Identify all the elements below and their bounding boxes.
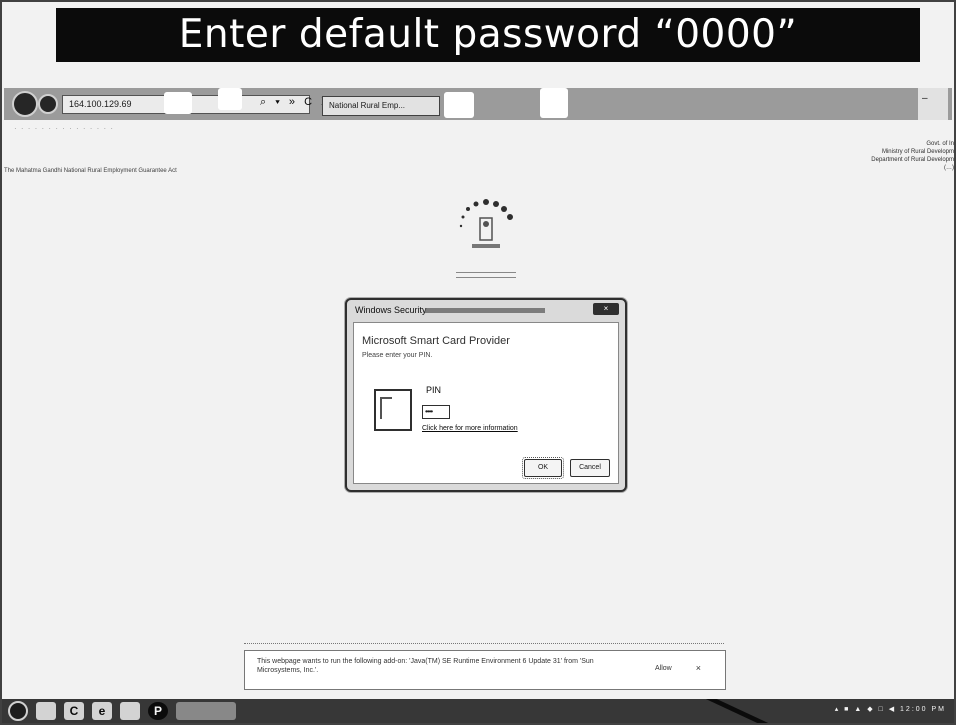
instruction-banner: Enter default password “0000” bbox=[56, 8, 920, 62]
pin-prompt: Please enter your PIN. bbox=[362, 352, 433, 359]
blur-artifact bbox=[444, 92, 474, 118]
taskbar-app-icon[interactable] bbox=[176, 702, 236, 720]
back-button[interactable] bbox=[12, 91, 38, 117]
browser-tab[interactable]: National Rural Emp... bbox=[322, 96, 440, 116]
notification-close-icon[interactable]: × bbox=[696, 663, 701, 673]
pin-label: PIN bbox=[426, 385, 442, 395]
ie-icon[interactable]: e bbox=[92, 702, 112, 720]
site-caption: The Mahatma Gandhi National Rural Employ… bbox=[4, 168, 177, 174]
address-bar-icons[interactable]: ⌕ ▾ » C X bbox=[260, 96, 331, 109]
government-header: Govt. of In Ministry of Rural Developm D… bbox=[871, 140, 954, 172]
smart-card-icon bbox=[374, 389, 412, 431]
minimize-icon[interactable]: – bbox=[918, 93, 928, 104]
favorites-bar: · · · · · · · · · · · · · · · bbox=[14, 124, 115, 133]
gov-line: Ministry of Rural Developm bbox=[881, 149, 954, 155]
blur-artifact bbox=[164, 92, 192, 114]
notification-divider bbox=[244, 643, 724, 647]
pin-input[interactable]: •••• bbox=[422, 405, 450, 419]
provider-heading: Microsoft Smart Card Provider bbox=[362, 335, 510, 347]
title-artifact bbox=[425, 308, 545, 313]
gov-line: Govt. of In bbox=[926, 141, 954, 147]
blur-artifact bbox=[540, 88, 568, 118]
forward-button[interactable] bbox=[38, 94, 58, 114]
dialog-close-button[interactable]: × bbox=[593, 303, 619, 315]
emblem-caption bbox=[456, 272, 516, 278]
windows-security-dialog: Windows Security × Microsoft Smart Card … bbox=[345, 298, 627, 492]
pdf-reader-icon[interactable]: P bbox=[148, 702, 168, 720]
dialog-body: Microsoft Smart Card Provider Please ent… bbox=[353, 322, 619, 484]
chrome-icon[interactable]: C bbox=[64, 702, 84, 720]
browser-toolbar: 164.100.129.69 ⌕ ▾ » C X National Rural … bbox=[4, 88, 952, 120]
addon-notification-bar: This webpage wants to run the following … bbox=[244, 650, 726, 690]
taskbar-app-icon[interactable] bbox=[36, 702, 56, 720]
start-button[interactable] bbox=[8, 701, 28, 721]
cancel-button[interactable]: Cancel bbox=[570, 459, 610, 477]
ok-button[interactable]: OK bbox=[522, 457, 564, 479]
gov-line: (…) bbox=[944, 165, 954, 171]
more-info-link[interactable]: Click here for more information bbox=[422, 425, 518, 432]
gov-line: Department of Rural Developm bbox=[871, 157, 954, 163]
notification-text: This webpage wants to run the following … bbox=[257, 658, 594, 674]
window-controls[interactable]: – bbox=[918, 88, 948, 120]
dialog-title: Windows Security bbox=[355, 305, 427, 315]
glare-artifact bbox=[702, 699, 772, 723]
blur-artifact bbox=[218, 88, 242, 110]
system-tray[interactable]: ▴ ■ ▲ ◆ □ ◀ 12:00 PM bbox=[835, 705, 946, 713]
allow-button[interactable]: Allow bbox=[655, 665, 672, 672]
loading-emblem-icon bbox=[459, 199, 513, 248]
taskbar: C e P ▴ ■ ▲ ◆ □ ◀ 12:00 PM bbox=[2, 699, 954, 723]
taskbar-app-icon[interactable] bbox=[120, 702, 140, 720]
